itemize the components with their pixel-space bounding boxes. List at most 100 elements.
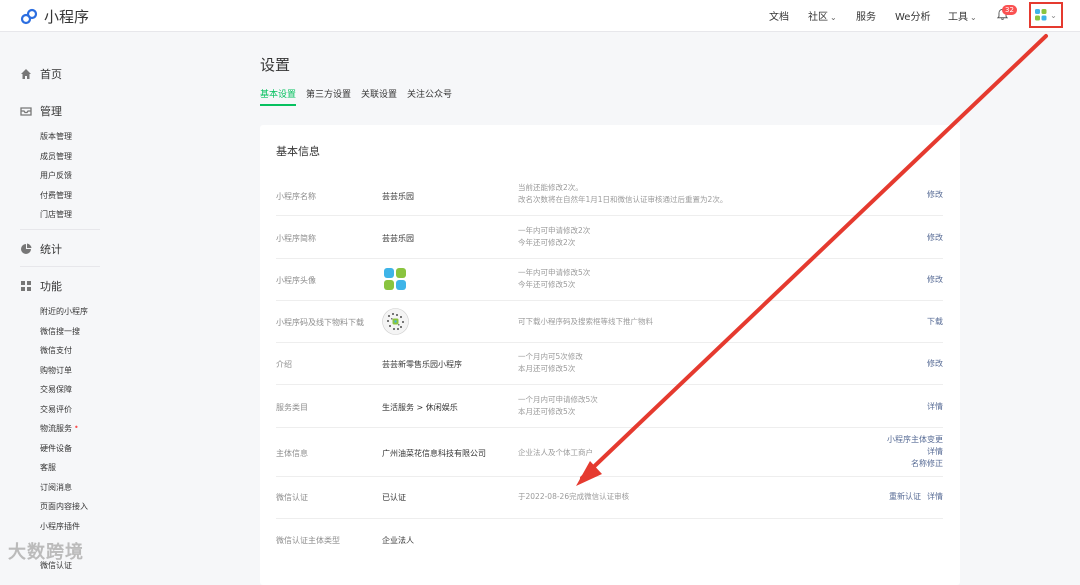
sidebar-item-page-content[interactable]: 页面内容接入: [40, 501, 88, 512]
page-title: 设置: [260, 56, 291, 74]
name-correction-link[interactable]: 名称修正: [887, 458, 943, 470]
nav-tools[interactable]: 工具 ⌄: [948, 8, 977, 23]
desc-line: 企业法人及个体工商户: [518, 448, 593, 457]
sidebar-item-nearby[interactable]: 附近的小程序: [40, 306, 88, 317]
chevron-down-icon: ⌄: [970, 13, 977, 22]
sidebar-item-label: 功能: [40, 280, 62, 293]
desc-line: 当前还能修改2次。: [518, 183, 583, 192]
divider: [20, 229, 100, 230]
nav-services[interactable]: 服务: [856, 8, 876, 23]
sidebar-item-search[interactable]: 微信搜一搜: [40, 326, 80, 337]
sidebar-item-label: 首页: [40, 68, 62, 81]
row-description: 企业法人及个体工商户: [518, 447, 593, 459]
row-actions: 修改: [921, 232, 943, 244]
desc-line: 本月还可修改5次: [518, 407, 576, 416]
row-value: 芸芸乐园: [382, 192, 414, 201]
sidebar-item-version[interactable]: 版本管理: [40, 131, 72, 142]
row-value: 已认证: [382, 493, 406, 502]
sidebar-item-label: 统计: [40, 243, 62, 256]
row-value: 芸芸乐园: [382, 234, 414, 243]
row-value: 广州油菜花信息科技有限公司: [382, 449, 486, 458]
tab-association[interactable]: 关联设置: [361, 87, 397, 106]
row-value: 生活服务 > 休闲娱乐: [382, 403, 458, 412]
qr-code-icon: [382, 308, 409, 335]
entity-change-link[interactable]: 小程序主体变更: [887, 434, 943, 446]
sidebar-item-stores[interactable]: 门店管理: [40, 209, 72, 220]
nav-docs[interactable]: 文档: [769, 8, 789, 23]
edit-link[interactable]: 修改: [927, 189, 943, 201]
sidebar: 首页 管理 版本管理 成员管理 用户反馈 付费管理 门店管理 统计 功能 附近的…: [0, 32, 140, 572]
watermark-logo: 大数跨境: [8, 542, 84, 563]
row-actions: 修改: [921, 189, 943, 201]
row-label: 服务类目: [276, 403, 308, 412]
sidebar-item-orders[interactable]: 购物订单: [40, 365, 72, 376]
details-link[interactable]: 详情: [927, 491, 943, 503]
sidebar-item-stats[interactable]: 统计: [20, 241, 62, 257]
sidebar-item-feedback[interactable]: 用户反馈: [40, 170, 72, 181]
nav-community-label: 社区: [808, 12, 828, 23]
chevron-down-icon: ⌄: [830, 13, 837, 22]
grid-icon: [21, 281, 31, 291]
desc-line: 今年还可修改5次: [518, 280, 576, 289]
desc-line: 可下载小程序码及搜索框等线下推广物料: [518, 317, 653, 326]
sidebar-item-features[interactable]: 功能: [20, 278, 62, 294]
sidebar-item-customer-service[interactable]: 客服: [40, 462, 56, 473]
sidebar-item-trade-guarantee[interactable]: 交易保障: [40, 384, 72, 395]
edit-link[interactable]: 修改: [927, 274, 943, 286]
desc-line: 本月还可修改5次: [518, 364, 576, 373]
info-row-cert-entity-type: 微信认证主体类型 企业法人: [276, 519, 943, 561]
nav-analytics[interactable]: We分析: [895, 8, 930, 23]
sidebar-item-payment[interactable]: 付费管理: [40, 190, 72, 201]
sidebar-item-members[interactable]: 成员管理: [40, 151, 72, 162]
row-description: 一个月内可5次修改 本月还可修改5次: [518, 351, 583, 375]
sidebar-item-hardware[interactable]: 硬件设备: [40, 443, 72, 454]
row-label: 微信认证主体类型: [276, 536, 340, 545]
settings-tabs: 基本设置 第三方设置 关联设置 关注公众号: [260, 87, 452, 106]
sidebar-item-label: 管理: [40, 105, 62, 118]
sidebar-item-plugins[interactable]: 小程序插件: [40, 521, 80, 532]
row-value: 芸芸新零售乐园小程序: [382, 360, 462, 369]
row-value: 企业法人: [382, 536, 414, 545]
download-link[interactable]: 下载: [927, 316, 943, 328]
notification-badge: 32: [1002, 5, 1017, 15]
desc-line: 一个月内可申请修改5次: [518, 395, 598, 404]
app-name: 小程序: [44, 8, 90, 26]
details-link[interactable]: 详情: [927, 401, 943, 413]
miniprogram-logo-icon: [20, 8, 38, 24]
sidebar-item-logistics[interactable]: 物流服务 •: [40, 423, 79, 434]
row-description: 可下载小程序码及搜索框等线下推广物料: [518, 316, 653, 328]
row-actions: 下载: [921, 316, 943, 328]
edit-link[interactable]: 修改: [927, 358, 943, 370]
sidebar-item-manage[interactable]: 管理: [20, 103, 62, 119]
account-menu[interactable]: ⌄: [1029, 2, 1063, 28]
sidebar-item-trade-review[interactable]: 交易评价: [40, 404, 72, 415]
desc-line: 改名次数将在自然年1月1日和微信认证审核通过后重置为2次。: [518, 195, 728, 204]
row-description: 当前还能修改2次。 改名次数将在自然年1月1日和微信认证审核通过后重置为2次。: [518, 182, 727, 206]
details-link[interactable]: 详情: [887, 446, 943, 458]
edit-link[interactable]: 修改: [927, 232, 943, 244]
row-label: 小程序头像: [276, 276, 316, 285]
row-actions: 修改: [921, 358, 943, 370]
home-icon: [21, 69, 31, 79]
row-actions: 详情: [921, 401, 943, 413]
row-label: 介绍: [276, 360, 292, 369]
pie-chart-icon: [21, 243, 32, 254]
tab-third-party[interactable]: 第三方设置: [306, 87, 351, 106]
inbox-icon: [20, 107, 32, 116]
row-label: 微信认证: [276, 493, 308, 502]
tab-follow-account[interactable]: 关注公众号: [407, 87, 452, 106]
row-label: 主体信息: [276, 449, 308, 458]
info-row-name: 小程序名称 芸芸乐园 当前还能修改2次。 改名次数将在自然年1月1日和微信认证审…: [276, 173, 943, 216]
sidebar-item-wechat-pay[interactable]: 微信支付: [40, 345, 72, 356]
sidebar-item-subscription[interactable]: 订阅消息: [40, 482, 72, 493]
recertify-link[interactable]: 重新认证: [889, 491, 921, 503]
chevron-down-icon: ⌄: [1050, 10, 1057, 20]
row-description: 一个月内可申请修改5次 本月还可修改5次: [518, 394, 598, 418]
desc-line: 一年内可申请修改2次: [518, 226, 591, 235]
row-label: 小程序码及线下物料下载: [276, 318, 364, 327]
desc-line: 于2022-08-26完成微信认证审核: [518, 492, 630, 501]
sidebar-item-home[interactable]: 首页: [20, 66, 62, 82]
tab-basic-settings[interactable]: 基本设置: [260, 87, 297, 106]
nav-community[interactable]: 社区 ⌄: [808, 8, 837, 23]
logo[interactable]: 小程序: [20, 6, 89, 27]
